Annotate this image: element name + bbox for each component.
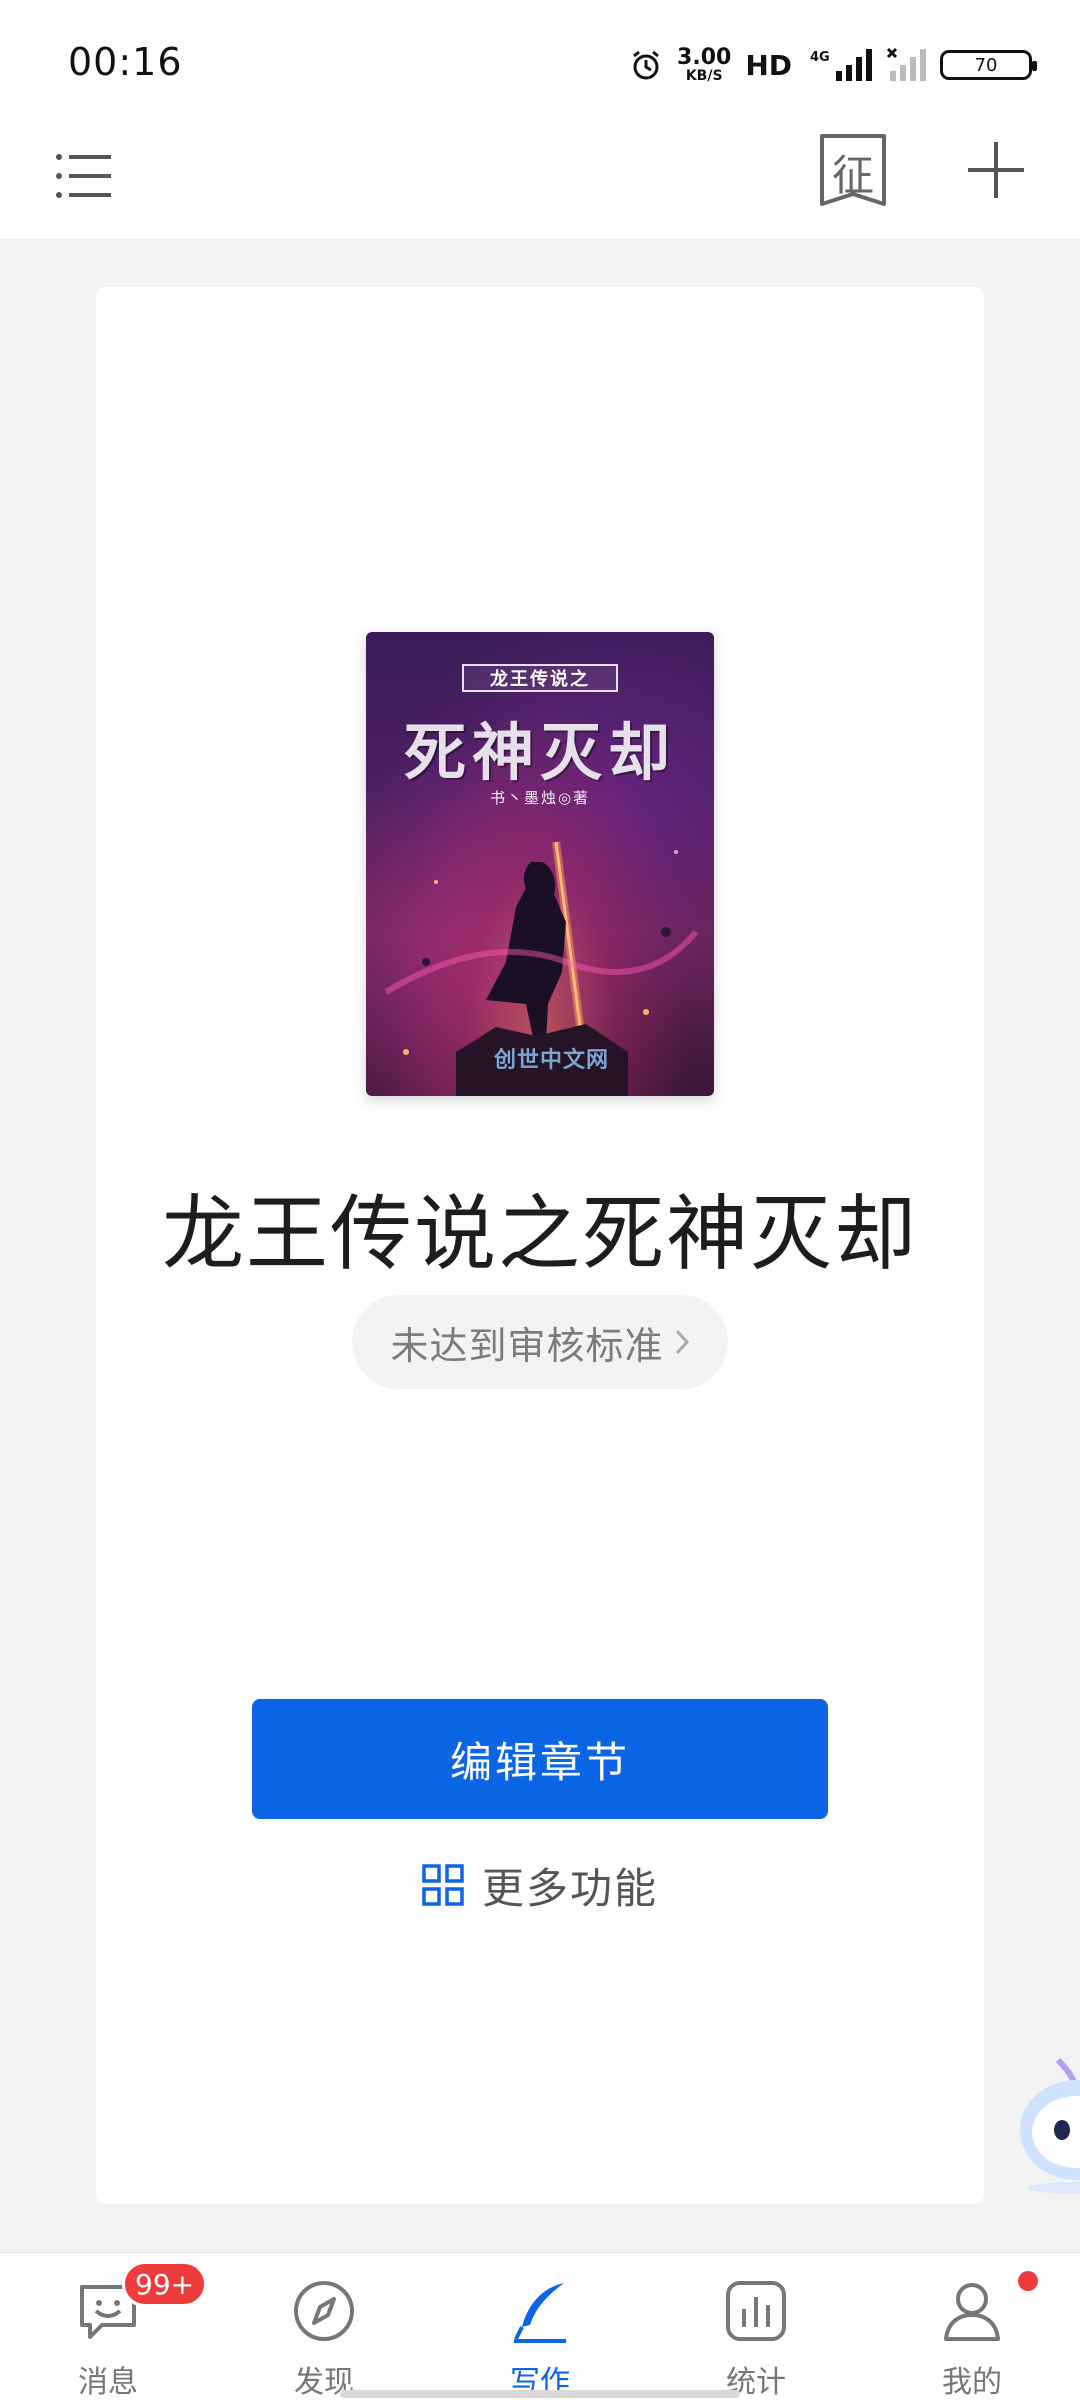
network-speed-unit: KB/S	[685, 68, 723, 84]
cover-series-label: 龙王传说之	[462, 664, 618, 692]
more-functions-label: 更多功能	[481, 1863, 658, 1913]
grid-icon	[422, 1864, 464, 1906]
nav-item-stats[interactable]: 统计	[648, 2253, 864, 2400]
signal-no-service-icon	[886, 47, 926, 81]
plus-icon[interactable]	[964, 138, 1028, 202]
feather-pen-icon	[514, 2283, 566, 2343]
nav-item-messages[interactable]: 99+ 消息	[0, 2253, 216, 2400]
book-title: 龙王传说之死神灭却	[161, 1187, 918, 1282]
review-status-pill[interactable]: 未达到审核标准	[352, 1295, 728, 1389]
app-header: 征	[0, 120, 1080, 240]
nav-item-profile[interactable]: 我的	[864, 2253, 1080, 2400]
home-indicator[interactable]	[340, 2390, 740, 2398]
message-badge: 99+	[122, 2261, 208, 2307]
nav-label-profile: 我的	[942, 2365, 1002, 2400]
list-icon[interactable]	[52, 144, 116, 208]
network-speed: 3.00 KB/S	[677, 45, 732, 84]
bottom-nav: 99+ 消息 发现 写作 统计 我的	[0, 2252, 1080, 2400]
stats-icon	[726, 2281, 786, 2341]
user-icon	[944, 2283, 1000, 2341]
edit-chapters-label: 编辑章节	[449, 1738, 630, 1786]
zheng-bookmark-icon[interactable]: 征	[818, 132, 888, 214]
review-status-text: 未达到审核标准	[390, 1323, 664, 1368]
nav-label-messages: 消息	[78, 2365, 138, 2400]
battery-indicator: 70	[940, 50, 1037, 80]
zheng-label: 征	[831, 151, 874, 200]
status-time: 00:16	[68, 40, 183, 84]
status-bar: 00:16 3.00 KB/S HD 4G 70	[0, 0, 1080, 120]
nav-item-discover[interactable]: 发现	[216, 2253, 432, 2400]
compass-icon	[294, 2281, 354, 2341]
network-speed-value: 3.00	[677, 45, 732, 70]
network-type-label: 4G	[810, 50, 830, 65]
book-card: 龙王传说之 死神灭却 书丶墨烛◎著 创世中文网 龙王传说之死神灭却 未达到审核标…	[96, 287, 984, 2204]
profile-notification-dot	[1018, 2271, 1038, 2291]
book-cover[interactable]: 龙王传说之 死神灭却 书丶墨烛◎著 创世中文网	[366, 632, 714, 1096]
edit-chapters-button[interactable]: 编辑章节	[252, 1699, 828, 1819]
status-icons: 3.00 KB/S HD 4G 70	[629, 40, 1037, 90]
cover-title: 死神灭却	[403, 716, 676, 789]
nav-item-writing[interactable]: 写作	[432, 2253, 648, 2400]
cover-author: 书丶墨烛◎著	[489, 789, 591, 807]
chevron-right-icon	[675, 1329, 689, 1355]
alarm-icon	[633, 50, 659, 80]
hd-label: HD	[745, 48, 792, 82]
cover-watermark: 创世中文网	[494, 1048, 610, 1073]
assistant-mascot-icon[interactable]	[1016, 2040, 1080, 2200]
signal-4g-icon: 4G	[810, 49, 872, 81]
more-functions-button[interactable]: 更多功能	[96, 1855, 984, 1915]
